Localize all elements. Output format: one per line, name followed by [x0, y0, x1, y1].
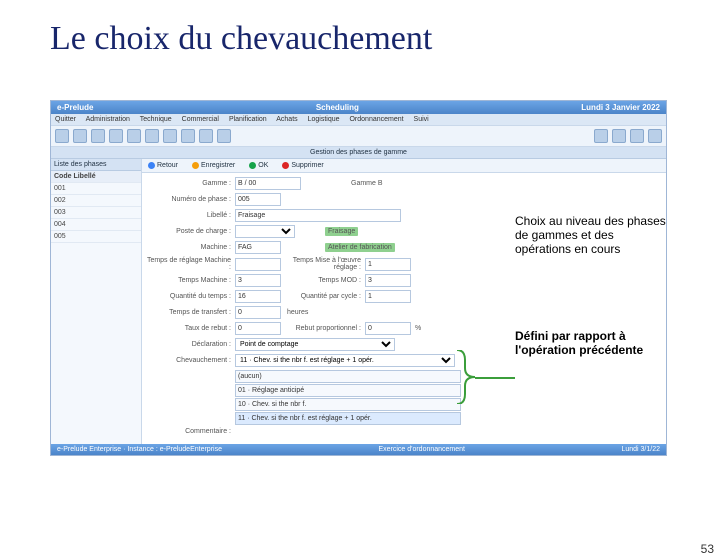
- tool-icon[interactable]: [127, 129, 141, 143]
- tool-icon[interactable]: [55, 129, 69, 143]
- tr-machine-input[interactable]: [235, 258, 281, 271]
- phase-row[interactable]: 001: [51, 183, 141, 195]
- save-button[interactable]: Enregistrer: [192, 162, 235, 169]
- titlebar-center: Scheduling: [316, 103, 359, 112]
- menu-item[interactable]: Planification: [229, 116, 267, 123]
- tool-icon[interactable]: [648, 129, 662, 143]
- workspace: Liste des phases Code Libellé 001 002 00…: [51, 159, 666, 444]
- menu-item[interactable]: Achats: [276, 116, 297, 123]
- qte-input[interactable]: 16: [235, 290, 281, 303]
- slide-title: Le choix du chevauchement: [50, 20, 720, 58]
- tool-icon[interactable]: [630, 129, 644, 143]
- poste-desc: Fraisage: [325, 227, 358, 236]
- slide-number: 53: [701, 542, 714, 556]
- button-row: Retour Enregistrer OK Supprimer: [142, 159, 666, 173]
- menu-item[interactable]: Quitter: [55, 116, 76, 123]
- form-pane: Retour Enregistrer OK Supprimer Gamme :B…: [142, 159, 666, 444]
- phase-list-cols: Code Libellé: [51, 171, 141, 183]
- callout-1: Choix au niveau des phases de gammes et …: [515, 215, 670, 256]
- statusbar-left: e-Prelude Enterprise · Instance : e-Prel…: [57, 446, 222, 453]
- chev-option[interactable]: (aucun): [235, 370, 461, 383]
- qte-label: Quantité du temps :: [146, 293, 235, 300]
- tm-label: Temps Machine :: [146, 277, 235, 284]
- menu-item[interactable]: Logistique: [308, 116, 340, 123]
- app-window: e-Prelude Scheduling Lundi 3 Janvier 202…: [50, 100, 667, 456]
- qtecycle-label: Quantité par cycle :: [291, 293, 365, 300]
- gamme-label: Gamme :: [146, 180, 235, 187]
- titlebar: e-Prelude Scheduling Lundi 3 Janvier 202…: [51, 101, 666, 114]
- tmod-input[interactable]: 3: [365, 274, 411, 287]
- phase-row[interactable]: 005: [51, 231, 141, 243]
- menu-item[interactable]: Administration: [86, 116, 130, 123]
- titlebar-left: e-Prelude: [57, 103, 93, 112]
- tool-icon[interactable]: [181, 129, 195, 143]
- gamme-input[interactable]: B / 00: [235, 177, 301, 190]
- tr-mo-input[interactable]: 1: [365, 258, 411, 271]
- menu-item[interactable]: Suivi: [414, 116, 429, 123]
- libelle-input[interactable]: Fraisage: [235, 209, 401, 222]
- menu-item[interactable]: Technique: [140, 116, 172, 123]
- phase-row[interactable]: 003: [51, 207, 141, 219]
- qtecycle-input[interactable]: 1: [365, 290, 411, 303]
- tool-icon[interactable]: [91, 129, 105, 143]
- phase-row[interactable]: 002: [51, 195, 141, 207]
- poste-label: Poste de charge :: [146, 228, 235, 235]
- machine-input[interactable]: FAG: [235, 241, 281, 254]
- statusbar-center: Exercice d'ordonnancement: [378, 446, 465, 453]
- comment-label: Commentaire :: [146, 428, 235, 435]
- tr-mo-label: Temps Mise à l'œuvre réglage :: [291, 257, 365, 271]
- tt-label: Temps de transfert :: [146, 309, 235, 316]
- delete-button[interactable]: Supprimer: [282, 162, 323, 169]
- rebutp-label: Rebut proportionnel :: [291, 325, 365, 332]
- tool-icon[interactable]: [217, 129, 231, 143]
- ok-button[interactable]: OK: [249, 162, 268, 169]
- phase-list: Liste des phases Code Libellé 001 002 00…: [51, 159, 142, 444]
- tool-icon[interactable]: [73, 129, 87, 143]
- phase-list-header: Liste des phases: [51, 159, 141, 171]
- tool-icon[interactable]: [109, 129, 123, 143]
- tmod-label: Temps MOD :: [291, 277, 365, 284]
- toolbar: [51, 125, 666, 147]
- menu-item[interactable]: Ordonnancement: [349, 116, 403, 123]
- tm-input[interactable]: 3: [235, 274, 281, 287]
- tr-machine-label: Temps de réglage Machine :: [146, 257, 235, 271]
- rebut-input[interactable]: 0: [235, 322, 281, 335]
- decl-select[interactable]: Point de comptage: [235, 338, 395, 351]
- tool-icon[interactable]: [594, 129, 608, 143]
- titlebar-right: Lundi 3 Janvier 2022: [581, 103, 660, 112]
- tool-icon[interactable]: [612, 129, 626, 143]
- libelle-label: Libellé :: [146, 212, 235, 219]
- gamme-desc: Gamme B: [351, 180, 383, 187]
- tt-unit: heures: [287, 309, 308, 316]
- chev-option[interactable]: 10 · Chev. si the nbr f.: [235, 398, 461, 411]
- rebutp-input[interactable]: 0: [365, 322, 411, 335]
- section-title: Gestion des phases de gamme: [51, 147, 666, 159]
- tt-input[interactable]: 0: [235, 306, 281, 319]
- chev-option[interactable]: 01 · Réglage anticipé: [235, 384, 461, 397]
- poste-select[interactable]: [235, 225, 295, 238]
- decl-label: Déclaration :: [146, 341, 235, 348]
- tool-icon[interactable]: [163, 129, 177, 143]
- tool-icon[interactable]: [145, 129, 159, 143]
- arrow-icon: [475, 375, 515, 381]
- rebut-label: Taux de rebut :: [146, 325, 235, 332]
- phase-label: Numéro de phase :: [146, 196, 235, 203]
- phase-input[interactable]: 005: [235, 193, 281, 206]
- rebutp-unit: %: [415, 325, 421, 332]
- menu-item[interactable]: Commercial: [182, 116, 219, 123]
- statusbar: e-Prelude Enterprise · Instance : e-Prel…: [51, 444, 666, 455]
- chev-label: Chevauchement :: [146, 357, 235, 364]
- back-button[interactable]: Retour: [148, 162, 178, 169]
- statusbar-right: Lundi 3/1/22: [621, 446, 660, 453]
- machine-desc: Atelier de fabrication: [325, 243, 395, 252]
- tool-icon[interactable]: [199, 129, 213, 143]
- chev-option[interactable]: 11 · Chev. si the nbr f. est réglage + 1…: [235, 412, 461, 425]
- phase-row[interactable]: 004: [51, 219, 141, 231]
- machine-label: Machine :: [146, 244, 235, 251]
- menubar: Quitter Administration Technique Commerc…: [51, 114, 666, 125]
- callout-2: Défini par rapport à l'opération précéde…: [515, 330, 670, 358]
- chev-select[interactable]: 11 · Chev. si the nbr f. est réglage + 1…: [235, 354, 455, 367]
